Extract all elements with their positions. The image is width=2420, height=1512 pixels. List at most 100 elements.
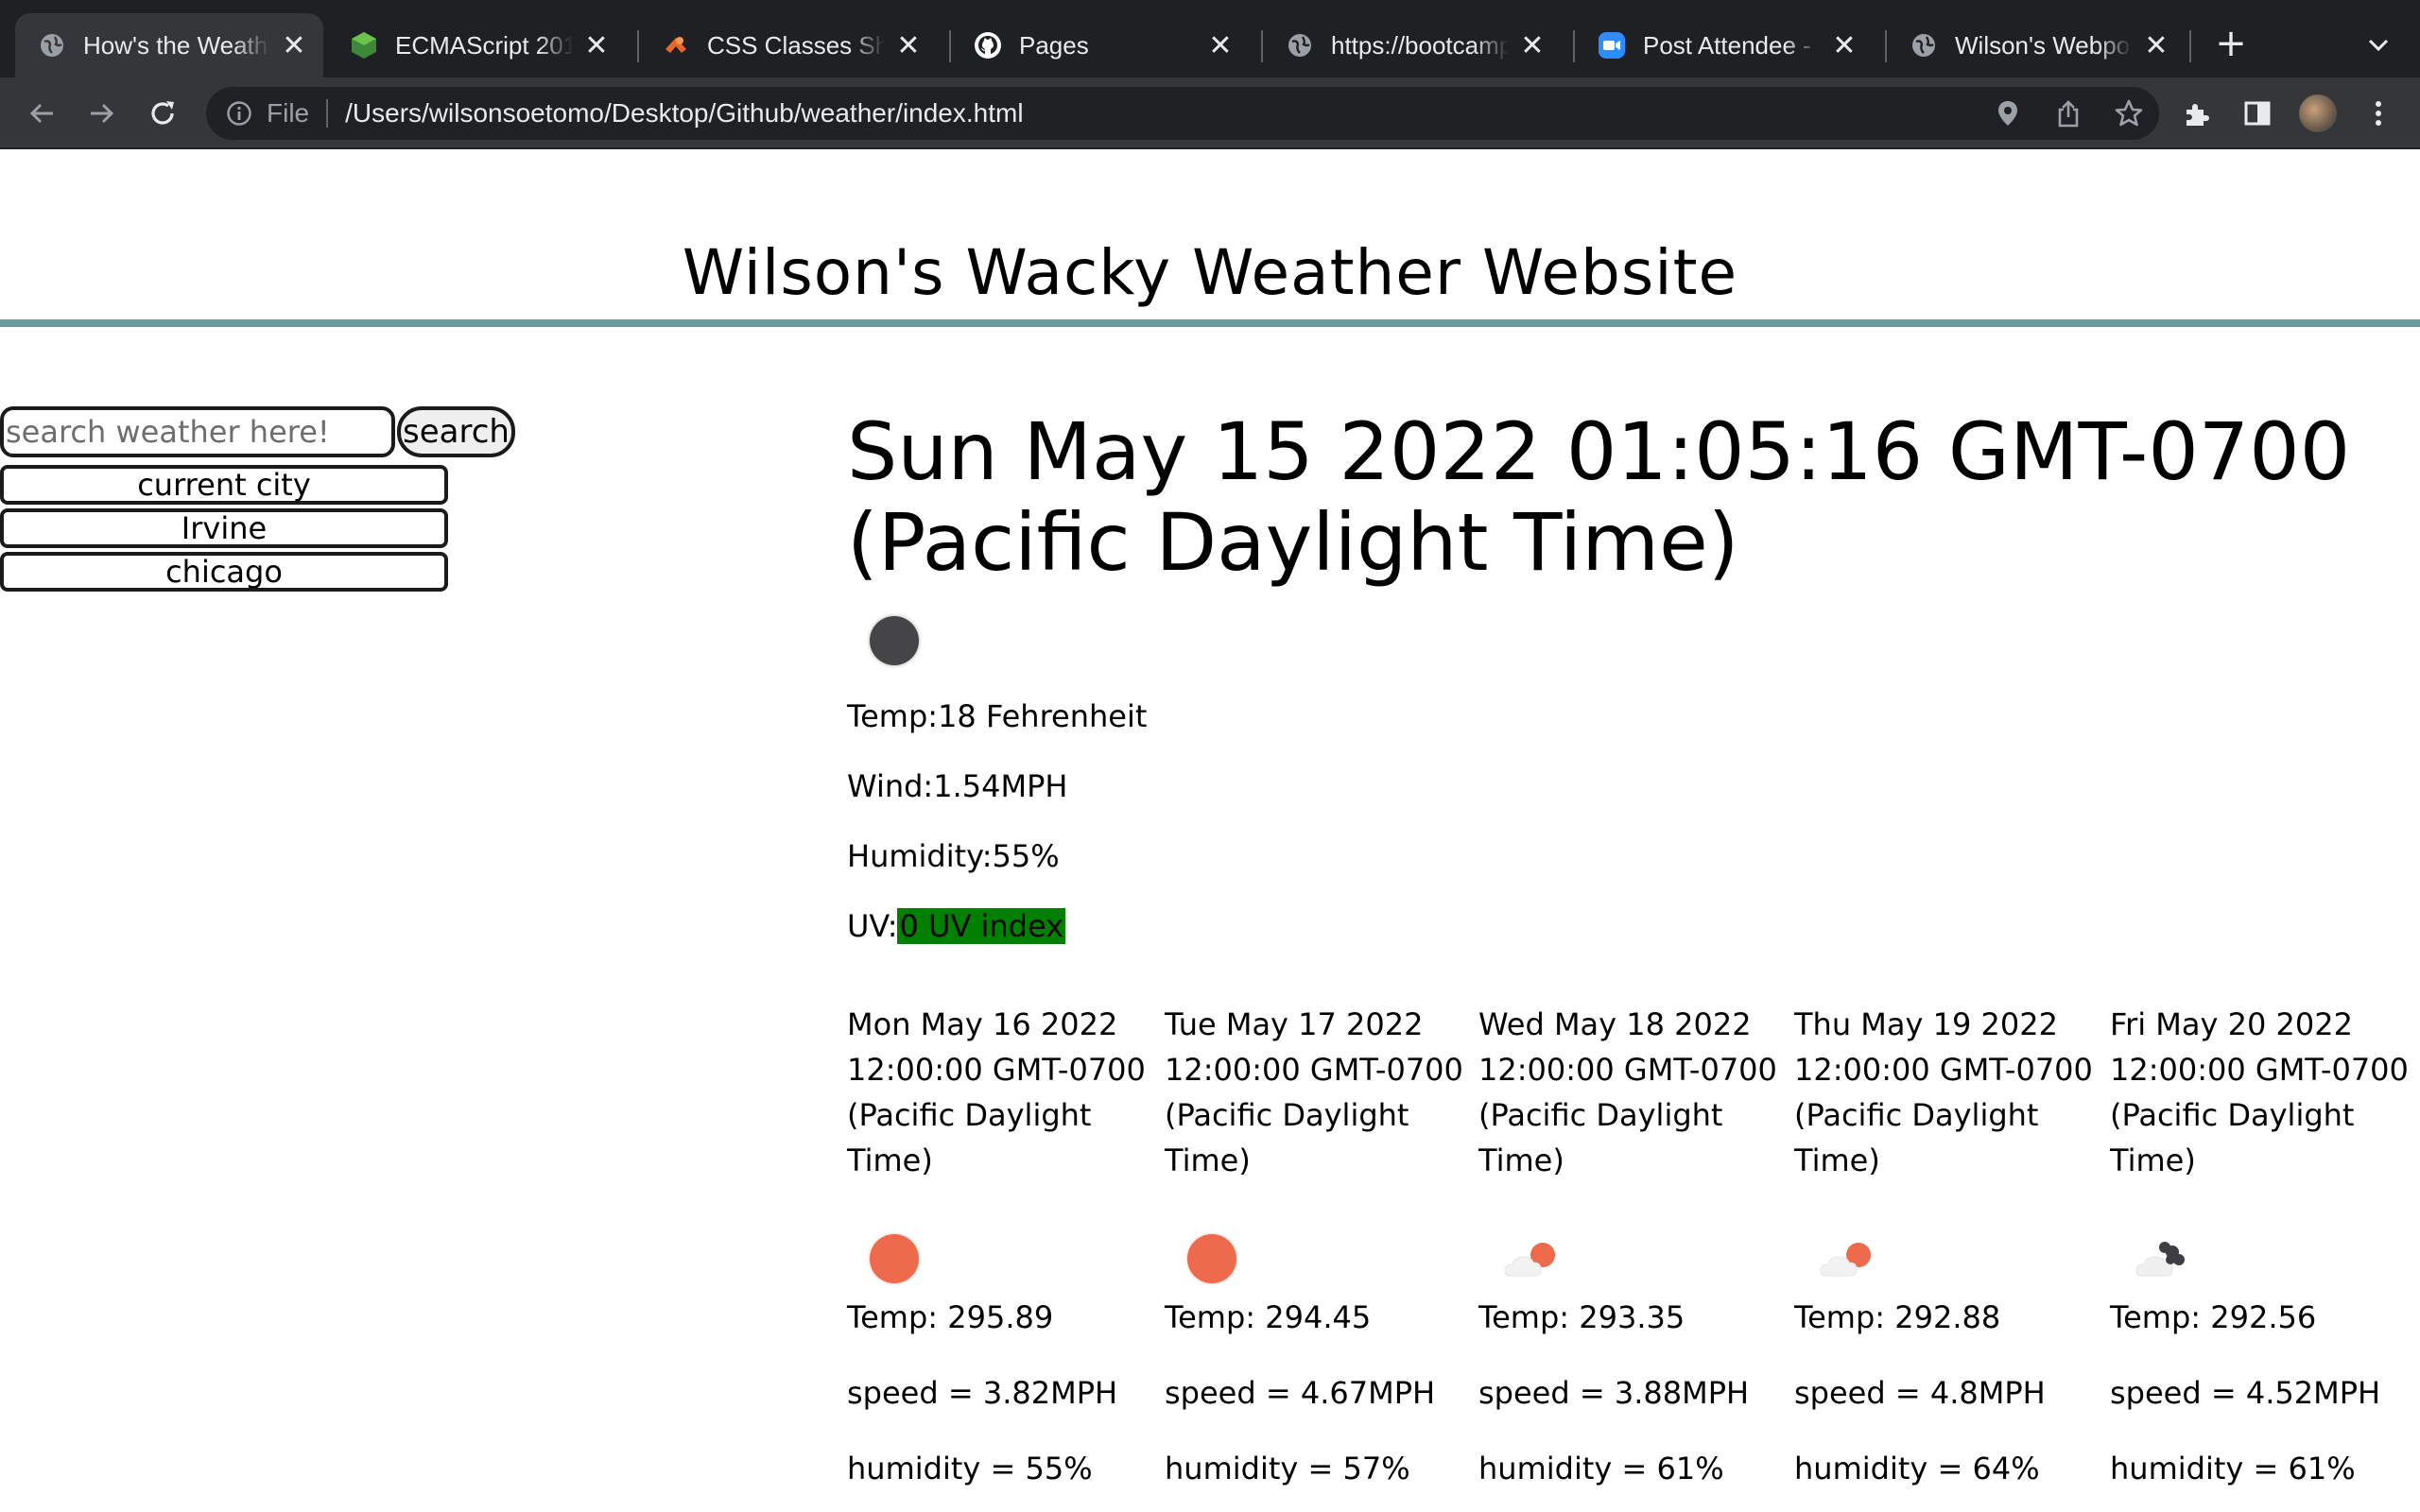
new-tab-button[interactable]: + — [2212, 25, 2250, 62]
forecast-speed: speed = 4.52MPH — [2110, 1375, 2381, 1411]
close-tab-icon[interactable]: ✕ — [1518, 30, 1547, 61]
tab-webportfolio[interactable]: Wilson's Webport ✕ — [1887, 13, 2186, 77]
page-viewport: Wilson's Wacky Weather Website search cu… — [0, 149, 2420, 1512]
globe-icon — [1910, 31, 1938, 60]
forecast-humidity: humidity = 61% — [2110, 1451, 2356, 1486]
tab-title: Post Attendee - Zoom — [1643, 30, 1821, 60]
forecast-speed: speed = 4.67MPH — [1165, 1375, 1436, 1411]
forecast-speed: speed = 3.82MPH — [847, 1375, 1118, 1411]
dark-circle-icon — [870, 616, 919, 665]
close-tab-icon[interactable]: ✕ — [1206, 30, 1235, 61]
search-button[interactable]: search — [397, 406, 515, 457]
github-icon — [974, 31, 1002, 60]
close-tab-icon[interactable]: ✕ — [1830, 30, 1858, 61]
back-arrow-icon[interactable] — [21, 93, 62, 134]
location-pin-icon[interactable] — [1991, 96, 2025, 130]
zoom-icon — [1598, 31, 1626, 60]
search-sidebar: search current city Irvine chicago — [0, 406, 529, 592]
search-row: search — [0, 406, 529, 457]
current-temp: Temp:18 Fehrenheit — [847, 698, 1148, 734]
current-wind: Wind:1.54MPH — [847, 768, 1068, 804]
partly-cloudy-icon — [1501, 1234, 1555, 1285]
forecast-day: Mon May 16 2022 12:00:00 GMT-0700 (Pacif… — [847, 1002, 1163, 1487]
tab-title: ECMAScript 2015 — [395, 30, 573, 60]
profile-avatar[interactable] — [2297, 93, 2339, 134]
forecast-date: Thu May 19 2022 12:00:00 GMT-0700 (Pacif… — [1794, 1006, 2093, 1178]
forecast-speed: speed = 4.8MPH — [1794, 1375, 2046, 1411]
forecast-day: Wed May 18 2022 12:00:00 GMT-0700 (Pacif… — [1478, 1002, 1794, 1487]
forecast-humidity: humidity = 61% — [1478, 1451, 1724, 1486]
partly-cloudy-icon — [1817, 1234, 1871, 1285]
share-icon[interactable] — [2051, 96, 2085, 130]
search-input[interactable] — [0, 406, 395, 457]
history-button-chicago[interactable]: chicago — [0, 552, 448, 592]
close-tab-icon[interactable]: ✕ — [582, 30, 611, 61]
info-icon[interactable] — [225, 99, 253, 128]
forecast-date: Tue May 17 2022 12:00:00 GMT-0700 (Pacif… — [1165, 1006, 1463, 1178]
close-tab-icon[interactable]: ✕ — [2142, 30, 2170, 61]
tab-bootcamp[interactable]: https://bootcamp ✕ — [1263, 13, 1562, 77]
url-text[interactable]: /Users/wilsonsoetomo/Desktop/Github/weat… — [345, 98, 1023, 129]
forecast-day: Tue May 17 2022 12:00:00 GMT-0700 (Pacif… — [1165, 1002, 1480, 1487]
tab-search-chevron-icon[interactable] — [2360, 26, 2397, 64]
forecast-humidity: humidity = 57% — [1165, 1451, 1410, 1486]
sun-icon — [1187, 1234, 1238, 1285]
forecast-temp: Temp: 292.56 — [2110, 1299, 2317, 1335]
forecast-day: Thu May 19 2022 12:00:00 GMT-0700 (Pacif… — [1794, 1002, 2110, 1487]
globe-icon — [38, 31, 66, 60]
browser-toolbar: File /Users/wilsonsoetomo/Desktop/Github… — [0, 77, 2420, 149]
bookmark-star-icon[interactable] — [2112, 96, 2146, 130]
extensions-puzzle-icon[interactable] — [2176, 93, 2218, 134]
tab-title: Wilson's Webport — [1955, 30, 2133, 60]
forecast-temp: Temp: 294.45 — [1165, 1299, 1372, 1335]
tab-title: How's the Weather — [83, 30, 270, 60]
forward-arrow-icon[interactable] — [81, 93, 123, 134]
node-hexagon-icon — [350, 31, 378, 60]
tab-ecmascript[interactable]: ECMAScript 2015 ✕ — [327, 13, 626, 77]
tab-weather[interactable]: How's the Weather ✕ — [15, 13, 323, 77]
history-button-irvine[interactable]: Irvine — [0, 508, 448, 548]
close-tab-icon[interactable]: ✕ — [894, 30, 923, 61]
forecast-date: Wed May 18 2022 12:00:00 GMT-0700 (Pacif… — [1478, 1006, 1777, 1178]
globe-icon — [1286, 31, 1314, 60]
site-title: Wilson's Wacky Weather Website — [682, 236, 1738, 309]
tab-separator — [2189, 30, 2191, 62]
forecast-temp: Temp: 292.88 — [1794, 1299, 2001, 1335]
current-uv: UV:0 UV index — [847, 907, 2420, 945]
forecast-date: Fri May 20 2022 12:00:00 GMT-0700 (Pacif… — [2110, 1006, 2409, 1178]
bootcamp-icon — [662, 31, 690, 60]
tab-title: CSS Classes Short — [707, 30, 885, 60]
header-divider — [0, 319, 2420, 327]
side-panel-icon[interactable] — [2237, 93, 2278, 134]
current-humidity: Humidity:55% — [847, 838, 1060, 874]
forecast-humidity: humidity = 64% — [1794, 1451, 2040, 1486]
cloudy-night-icon — [2133, 1234, 2185, 1285]
close-tab-icon[interactable]: ✕ — [280, 30, 308, 61]
five-day-forecast: Mon May 16 2022 12:00:00 GMT-0700 (Pacif… — [847, 1002, 2420, 1512]
forecast-temp: Temp: 293.35 — [1478, 1299, 1685, 1335]
uv-index-badge: 0 UV index — [897, 908, 1066, 944]
current-date-heading: Sun May 15 2022 01:05:16 GMT-0700 (Pacif… — [847, 405, 2351, 589]
history-button-current-city[interactable]: current city — [0, 465, 448, 505]
browser-tab-strip: How's the Weather ✕ ECMAScript 2015 ✕ CS… — [0, 0, 2420, 77]
tab-pages[interactable]: Pages ✕ — [951, 13, 1250, 77]
sun-icon — [870, 1234, 921, 1285]
forecast-date: Mon May 16 2022 12:00:00 GMT-0700 (Pacif… — [847, 1006, 1146, 1178]
current-weather: Sun May 15 2022 01:05:16 GMT-0700 (Pacif… — [847, 406, 2420, 945]
reload-icon[interactable] — [142, 93, 183, 134]
omnibox-divider — [326, 99, 329, 128]
uv-label: UV: — [847, 908, 898, 944]
tab-title: Pages — [1019, 30, 1089, 60]
forecast-day: Fri May 20 2022 12:00:00 GMT-0700 (Pacif… — [2110, 1002, 2420, 1487]
tab-css-classes[interactable]: CSS Classes Short ✕ — [639, 13, 938, 77]
scheme-label: File — [267, 98, 310, 128]
tab-title: https://bootcamp — [1331, 30, 1509, 60]
forecast-humidity: humidity = 55% — [847, 1451, 1093, 1486]
address-bar[interactable]: File /Users/wilsonsoetomo/Desktop/Github… — [206, 87, 2159, 140]
forecast-speed: speed = 3.88MPH — [1478, 1375, 1750, 1411]
avatar — [2299, 94, 2337, 132]
tab-zoom[interactable]: Post Attendee - Zoom ✕ — [1575, 13, 1874, 77]
forecast-temp: Temp: 295.89 — [847, 1299, 1054, 1335]
more-menu-icon[interactable] — [2358, 93, 2399, 134]
site-header: Wilson's Wacky Weather Website — [0, 149, 2420, 329]
